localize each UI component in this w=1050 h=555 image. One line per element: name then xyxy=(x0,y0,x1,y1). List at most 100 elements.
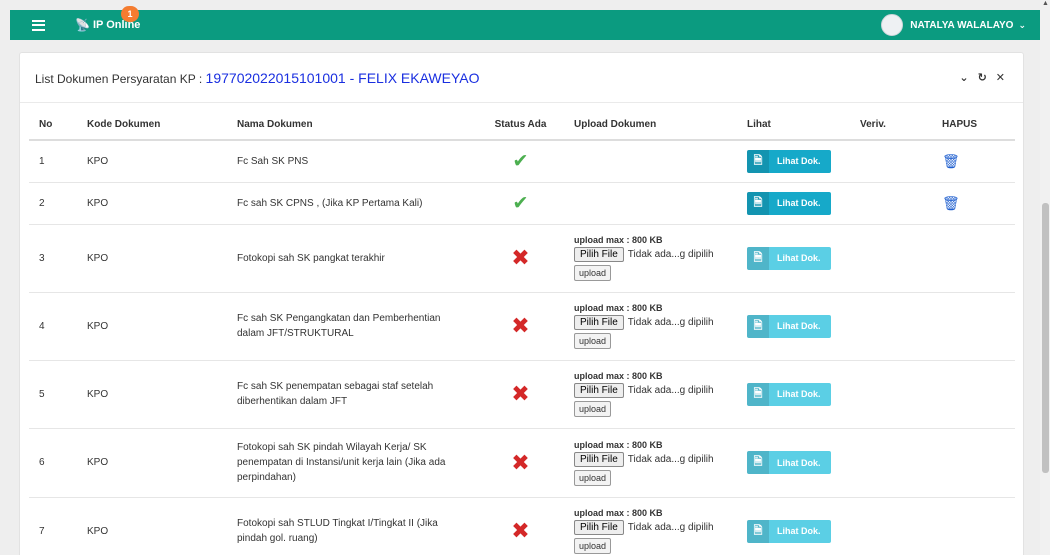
upload-cell xyxy=(564,182,737,225)
user-menu[interactable]: NATALYA WALALAYO ⌄ xyxy=(881,14,1026,36)
status-cell: ✖ xyxy=(477,497,564,555)
panel-title: List Dokumen Persyaratan KP : 1977020220… xyxy=(35,70,480,86)
table-row: 2 KPO Fc sah SK CPNS , (Jika KP Pertama … xyxy=(29,182,1015,225)
scroll-up-arrow-icon[interactable]: ▲ xyxy=(1042,0,1049,10)
brand[interactable]: 📡 IP Online 1 xyxy=(75,6,140,32)
upload-cell: upload max : 800 KB Pilih File Tidak ada… xyxy=(564,292,737,361)
hapus-cell: 🗑 xyxy=(932,182,1015,225)
row-kode: KPO xyxy=(77,140,227,183)
file-status: Tidak ada...g dipilih xyxy=(627,249,714,260)
row-nama: Fotokopi sah STLUD Tingkat I/Tingkat II … xyxy=(227,497,477,555)
row-nama: Fc sah SK Pengangkatan dan Pemberhentian… xyxy=(227,292,477,361)
panel-header: List Dokumen Persyaratan KP : 1977020220… xyxy=(20,53,1023,103)
lihat-dok-button[interactable]: 🗎 Lihat Dok. xyxy=(747,519,831,543)
row-kode: KPO xyxy=(77,292,227,361)
file-status: Tidak ada...g dipilih xyxy=(627,385,714,396)
panel-title-employee: 197702022015101001 - FELIX EKAWEYAO xyxy=(205,69,480,86)
header-veriv: Veriv. xyxy=(850,110,932,141)
document-view-icon: 🗎 xyxy=(747,382,769,406)
file-input[interactable]: Pilih File Tidak ada...g dipilih xyxy=(574,451,727,467)
upload-button[interactable]: upload xyxy=(574,333,612,349)
lihat-dok-label: Lihat Dok. xyxy=(777,253,821,263)
upload-max-label: upload max : 800 KB xyxy=(574,303,663,313)
file-status: Tidak ada...g dipilih xyxy=(627,317,714,328)
hapus-cell xyxy=(932,360,1015,429)
lihat-dok-button[interactable]: 🗎 Lihat Dok. xyxy=(747,246,831,270)
upload-cell: upload max : 800 KB Pilih File Tidak ada… xyxy=(564,224,737,293)
close-icon[interactable]: ✕ xyxy=(996,71,1005,84)
status-cell: ✖ xyxy=(477,360,564,429)
file-input[interactable]: Pilih File Tidak ada...g dipilih xyxy=(574,247,727,262)
document-table: No Kode Dokumen Nama Dokumen Status Ada … xyxy=(29,110,1015,555)
row-no: 4 xyxy=(29,292,77,361)
hapus-cell: 🗑 xyxy=(932,140,1015,183)
hapus-cell xyxy=(932,497,1015,555)
table-header-row: No Kode Dokumen Nama Dokumen Status Ada … xyxy=(29,110,1015,141)
app-stage: 📡 IP Online 1 NATALYA WALALAYO ⌄ ▲ List … xyxy=(0,0,1050,555)
upload-cell: upload max : 800 KB Pilih File Tidak ada… xyxy=(564,497,737,555)
file-status: Tidak ada...g dipilih xyxy=(627,453,714,465)
collapse-chevron-icon[interactable]: ⌄ xyxy=(959,71,968,84)
antenna-icon: 📡 xyxy=(75,18,90,32)
document-view-icon: 🗎 xyxy=(747,149,769,173)
lihat-dok-button[interactable]: 🗎 Lihat Dok. xyxy=(747,149,831,173)
hapus-cell xyxy=(932,224,1015,293)
upload-button[interactable]: upload xyxy=(574,538,612,554)
choose-file-button[interactable]: Pilih File xyxy=(574,520,624,535)
checkmark-icon: ✔ xyxy=(512,150,529,172)
lihat-cell: 🗎 Lihat Dok. xyxy=(737,224,850,293)
refresh-icon[interactable]: ↻ xyxy=(978,71,987,84)
header-kode-dokumen: Kode Dokumen xyxy=(77,110,227,141)
row-no: 6 xyxy=(29,428,77,498)
avatar xyxy=(881,14,904,36)
lihat-dok-label: Lihat Dok. xyxy=(777,198,821,208)
user-name: NATALYA WALALAYO xyxy=(910,19,1014,31)
row-no: 5 xyxy=(29,360,77,429)
notification-badge[interactable]: 1 xyxy=(121,6,139,22)
veriv-cell xyxy=(850,428,932,498)
status-cell: ✖ xyxy=(477,428,564,498)
file-input[interactable]: Pilih File Tidak ada...g dipilih xyxy=(574,315,727,330)
panel-tools: ⌄ ↻ ✕ xyxy=(959,71,1005,84)
hamburger-menu-icon[interactable] xyxy=(32,19,45,31)
cross-icon: ✖ xyxy=(511,518,530,543)
lihat-cell: 🗎 Lihat Dok. xyxy=(737,292,850,361)
panel-title-prefix: List Dokumen Persyaratan KP : xyxy=(35,71,203,86)
upload-button[interactable]: upload xyxy=(574,469,612,486)
top-navbar: 📡 IP Online 1 NATALYA WALALAYO ⌄ xyxy=(10,6,1040,40)
table-row: 7 KPO Fotokopi sah STLUD Tingkat I/Tingk… xyxy=(29,497,1015,555)
lihat-cell: 🗎 Lihat Dok. xyxy=(737,140,850,183)
row-nama: Fc sah SK CPNS , (Jika KP Pertama Kali) xyxy=(227,182,477,225)
file-input[interactable]: Pilih File Tidak ada...g dipilih xyxy=(574,383,727,398)
file-input[interactable]: Pilih File Tidak ada...g dipilih xyxy=(574,520,727,535)
row-kode: KPO xyxy=(77,224,227,293)
upload-max-label: upload max : 800 KB xyxy=(574,508,663,518)
upload-cell: upload max : 800 KB Pilih File Tidak ada… xyxy=(564,428,737,498)
trash-icon[interactable]: 🗑 xyxy=(942,195,960,211)
chevron-down-icon: ⌄ xyxy=(1018,19,1026,30)
table-row: 4 KPO Fc sah SK Pengangkatan dan Pemberh… xyxy=(29,292,1015,361)
cross-icon: ✖ xyxy=(511,245,530,270)
page-scrollbar-thumb[interactable] xyxy=(1042,203,1049,473)
lihat-cell: 🗎 Lihat Dok. xyxy=(737,497,850,555)
upload-button[interactable]: upload xyxy=(574,265,612,281)
header-no: No xyxy=(29,110,77,141)
choose-file-button[interactable]: Pilih File xyxy=(574,247,624,262)
choose-file-button[interactable]: Pilih File xyxy=(574,315,624,330)
lihat-dok-button[interactable]: 🗎 Lihat Dok. xyxy=(747,314,831,338)
trash-icon[interactable]: 🗑 xyxy=(942,153,960,169)
row-no: 1 xyxy=(29,140,77,183)
lihat-dok-button[interactable]: 🗎 Lihat Dok. xyxy=(747,191,831,215)
upload-max-label: upload max : 800 KB xyxy=(574,235,663,245)
lihat-dok-button[interactable]: 🗎 Lihat Dok. xyxy=(747,382,831,406)
upload-button[interactable]: upload xyxy=(574,401,612,417)
header-hapus: HAPUS xyxy=(932,110,1015,141)
lihat-cell: 🗎 Lihat Dok. xyxy=(737,182,850,225)
veriv-cell xyxy=(850,140,932,183)
choose-file-button[interactable]: Pilih File xyxy=(574,451,624,467)
lihat-dok-label: Lihat Dok. xyxy=(777,321,821,331)
row-kode: KPO xyxy=(77,497,227,555)
choose-file-button[interactable]: Pilih File xyxy=(574,383,624,398)
row-nama: Fc Sah SK PNS xyxy=(227,140,477,183)
lihat-dok-button[interactable]: 🗎 Lihat Dok. xyxy=(747,451,831,474)
